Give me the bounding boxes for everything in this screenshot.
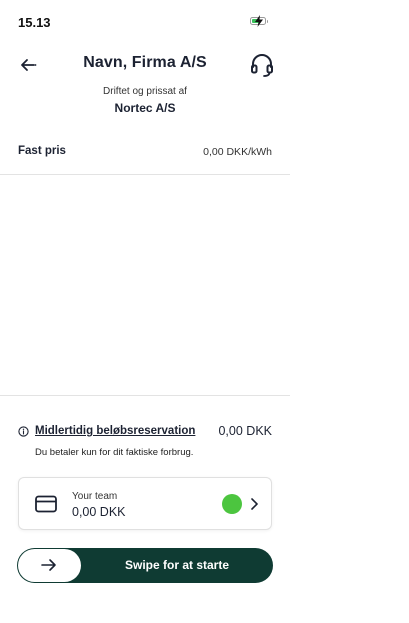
battery-terminal xyxy=(266,20,268,23)
page-title: Navn, Firma A/S xyxy=(83,54,207,71)
reservation-info-link[interactable]: Midlertidig beløbsreservation xyxy=(35,425,195,437)
price-value: 0,00 DKK/kWh xyxy=(203,146,272,158)
support-button[interactable] xyxy=(248,51,276,79)
swipe-handle[interactable] xyxy=(18,549,81,582)
payment-method-card[interactable]: Your team 0,00 DKK xyxy=(18,477,272,530)
team-balance: 0,00 DKK xyxy=(72,505,126,519)
reservation-note: Du betaler kun for dit faktiske forbrug. xyxy=(35,447,194,458)
operator-label: Driftet og prissat af xyxy=(103,86,187,97)
arrow-left-icon xyxy=(21,59,37,71)
reservation-amount: 0,00 DKK xyxy=(218,424,272,438)
operator-name: Nortec A/S xyxy=(114,101,176,115)
divider xyxy=(0,395,290,396)
credit-card-icon xyxy=(35,495,57,513)
price-label: Fast pris xyxy=(18,145,66,157)
swipe-label: Swipe for at starte xyxy=(124,558,230,572)
chevron-right-icon xyxy=(251,498,258,510)
swipe-to-start-slider[interactable]: Swipe for at starte xyxy=(17,548,273,583)
charger-detail-screen: 15.13 Navn, Firma A/S Driftet og prissat… xyxy=(0,0,290,623)
arrow-right-icon xyxy=(41,559,56,571)
info-icon xyxy=(18,426,29,437)
headset-icon xyxy=(251,54,273,77)
battery-charging-icon xyxy=(250,15,268,27)
divider xyxy=(0,174,290,175)
status-time: 15.13 xyxy=(18,15,51,30)
status-indicator xyxy=(222,494,242,514)
team-name: Your team xyxy=(72,491,118,502)
back-button[interactable] xyxy=(14,52,42,78)
charging-bolt-icon xyxy=(255,15,263,27)
